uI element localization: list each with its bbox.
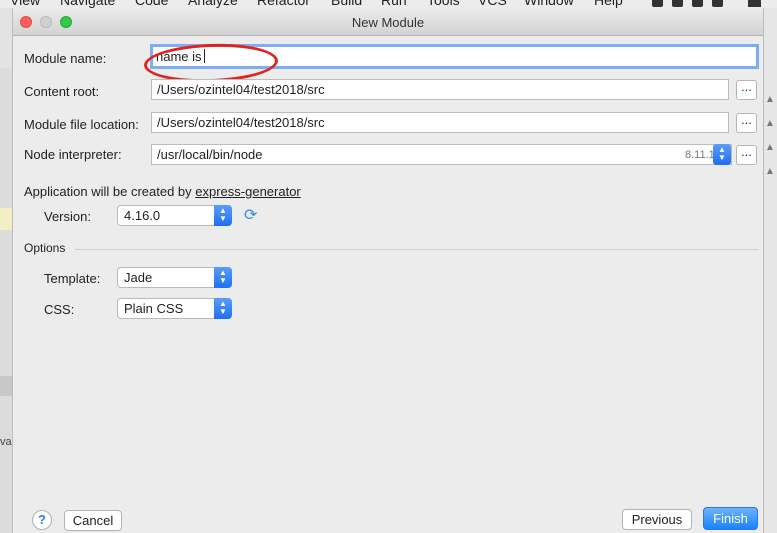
node-interpreter-path: /usr/local/bin/node <box>157 147 263 162</box>
previous-button[interactable]: Previous <box>622 509 692 530</box>
help-button[interactable]: ? <box>32 510 52 530</box>
module-file-location-label: Module file location: <box>24 117 139 132</box>
css-label: CSS: <box>44 302 75 317</box>
module-file-location-browse-button[interactable]: ... <box>736 113 757 133</box>
node-interpreter-browse-button[interactable]: ... <box>736 145 757 165</box>
background-ide-left: va <box>0 8 12 533</box>
menu-vcs[interactable]: VCS <box>478 0 507 8</box>
menu-build[interactable]: Build <box>331 0 362 8</box>
content-root-browse-button[interactable]: ... <box>736 80 757 100</box>
menu-bar: View Navigate Code Analyze Refactor Buil… <box>0 0 777 8</box>
chevron-updown-icon: ▲ ▼ <box>214 298 232 319</box>
node-version-label: 8.11.1 <box>685 149 715 161</box>
content-root-input[interactable] <box>151 79 729 100</box>
background-ide-right: ▲ ▲ ▲ ▲ <box>762 8 777 533</box>
chevron-updown-icon: ▲ ▼ <box>214 205 232 226</box>
background-glyph-icon: ▲ <box>765 94 775 105</box>
background-panel-header <box>0 376 12 396</box>
menu-window[interactable]: Window <box>524 0 574 8</box>
menu-code[interactable]: Code <box>135 0 168 8</box>
css-value: Plain CSS <box>124 301 184 316</box>
finish-button[interactable]: Finish <box>703 507 758 530</box>
menu-run[interactable]: Run <box>381 0 407 8</box>
text-caret <box>204 49 205 63</box>
refresh-icon[interactable]: ⟳ <box>244 205 257 225</box>
menu-refactor[interactable]: Refactor <box>257 0 310 8</box>
menu-tools[interactable]: Tools <box>427 0 460 8</box>
menu-analyze[interactable]: Analyze <box>188 0 238 8</box>
template-select[interactable]: Jade ▲ ▼ <box>117 267 232 288</box>
version-label: Version: <box>44 209 91 224</box>
template-label: Template: <box>44 271 101 286</box>
background-glyph-icon: ▲ <box>765 118 775 129</box>
generator-info-text: Application will be created by express-g… <box>24 184 301 199</box>
new-module-dialog: New Module Module name: Content root: ..… <box>12 8 764 533</box>
content-root-label: Content root: <box>24 84 100 99</box>
module-file-location-input[interactable] <box>151 112 729 133</box>
clipboard-icon[interactable] <box>712 0 723 7</box>
wifi-icon[interactable] <box>748 0 761 7</box>
module-name-input[interactable] <box>150 44 759 69</box>
options-separator <box>75 249 759 250</box>
module-name-label: Module name: <box>24 51 107 66</box>
express-generator-link[interactable]: express-generator <box>195 184 301 199</box>
template-value: Jade <box>124 270 153 285</box>
menu-view[interactable]: View <box>10 0 40 8</box>
background-glyph-icon: ▲ <box>765 166 775 177</box>
background-glyph-icon: ▲ <box>765 142 775 153</box>
chevron-updown-icon: ▲ ▼ <box>214 267 232 288</box>
dialog-title: New Module <box>351 15 425 30</box>
input-method-icon[interactable] <box>692 0 703 7</box>
dialog-titlebar: New Module <box>13 8 763 36</box>
options-heading: Options <box>24 241 66 255</box>
menu-navigate[interactable]: Navigate <box>60 0 115 8</box>
skype-icon[interactable] <box>652 0 663 7</box>
version-value: 4.16.0 <box>124 208 161 223</box>
node-interpreter-label: Node interpreter: <box>24 147 122 162</box>
cancel-button[interactable]: Cancel <box>64 510 122 531</box>
background-toolbar <box>0 8 12 68</box>
background-text-fragment: va <box>0 436 12 448</box>
background-highlight <box>0 208 12 230</box>
menu-help[interactable]: Help <box>594 0 623 8</box>
node-interpreter-combo[interactable]: /usr/local/bin/node <box>151 144 732 165</box>
css-select[interactable]: Plain CSS ▲ ▼ <box>117 298 232 319</box>
node-interpreter-dropdown-arrow[interactable]: ▲ ▼ <box>713 144 731 165</box>
status-icon[interactable] <box>672 0 683 7</box>
version-select[interactable]: 4.16.0 ▲ ▼ <box>117 205 232 226</box>
